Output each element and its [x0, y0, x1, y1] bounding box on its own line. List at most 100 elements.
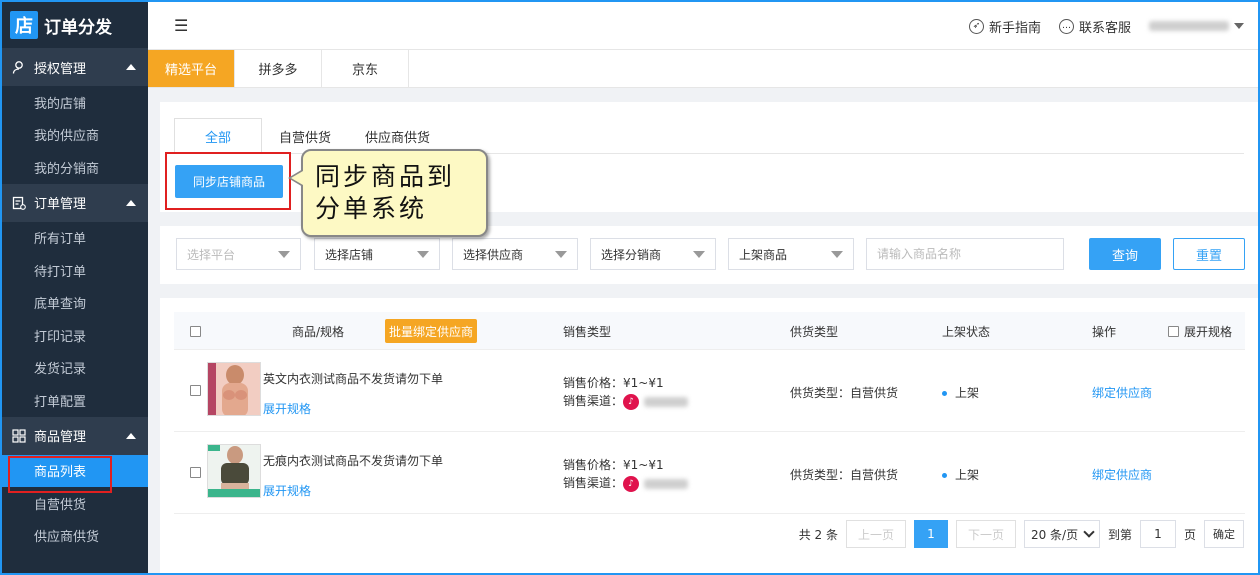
user-name-blurred	[1149, 21, 1229, 31]
price-label: 销售价格：	[563, 376, 624, 390]
checkbox[interactable]	[190, 385, 201, 396]
expand-spec-link[interactable]: 展开规格	[263, 400, 311, 417]
logo: 店 订单分发	[2, 2, 148, 48]
sidebar-item-print-log[interactable]: 打印记录	[2, 319, 148, 352]
guide-label: 新手指南	[988, 20, 1041, 36]
checkbox[interactable]	[1168, 325, 1179, 337]
checkbox[interactable]	[190, 325, 201, 337]
supply-type: 供货类型：自营供货	[790, 386, 899, 400]
chevron-down-icon	[1083, 526, 1095, 538]
tab-pinduoduo[interactable]: 拼多多	[235, 50, 322, 87]
product-name: 无痕内衣测试商品不发货请勿下单	[263, 454, 444, 468]
goto-confirm-button[interactable]: 确定	[1204, 520, 1244, 548]
row-checkbox[interactable]	[190, 385, 201, 399]
sidebar-item-self-supply[interactable]: 自营供货	[2, 487, 148, 520]
product-image-bra	[208, 445, 260, 497]
sidebar-item-my-suppliers[interactable]: 我的供应商	[2, 119, 148, 152]
chevron-up-icon	[126, 432, 136, 439]
prev-page-button[interactable]: 上一页	[845, 520, 906, 548]
sidebar-group-label: 订单管理	[34, 197, 87, 212]
support-link[interactable]: … 联系客服	[1058, 17, 1131, 36]
distributor-select-value: 选择分销商	[601, 247, 662, 262]
sales-channel: 销售渠道： ♪	[563, 474, 689, 492]
page-1-button[interactable]: 1	[913, 520, 948, 548]
bind-supplier-link[interactable]: 绑定供应商	[1092, 384, 1152, 401]
callout-tail-fill	[291, 171, 303, 185]
callout-line-1: 同步商品到	[315, 162, 456, 191]
douyin-icon: ♪	[623, 475, 640, 492]
shop-select[interactable]: 选择店铺	[314, 238, 440, 270]
logo-badge: 店	[10, 11, 38, 39]
sidebar-group-products[interactable]: 商品管理	[2, 416, 148, 455]
page-size-select[interactable]: 20 条/页	[1023, 520, 1100, 548]
guide-link[interactable]: ➶ 新手指南	[968, 17, 1041, 36]
listing-status-value: 上架商品	[739, 247, 788, 262]
grid-icon	[12, 428, 26, 443]
pagination: 共 2 条 上一页 1 下一页 20 条/页 到第 1 页 确定	[799, 520, 1244, 548]
tab-all[interactable]: 全部	[174, 118, 263, 154]
app-title: 订单分发	[44, 17, 112, 38]
sidebar-item-my-shops[interactable]: 我的店铺	[2, 86, 148, 119]
price-label: 销售价格：	[563, 458, 624, 472]
status-dot	[942, 391, 947, 396]
bind-supplier-link[interactable]: 绑定供应商	[1092, 466, 1152, 483]
product-name: 英文内衣测试商品不发货请勿下单	[263, 372, 444, 386]
platform-select-value: 选择平台	[187, 247, 236, 262]
sidebar-item-product-list[interactable]: 商品列表	[2, 454, 148, 492]
sidebar-item-supplier-supply[interactable]: 供应商供货	[2, 520, 148, 553]
chat-icon: …	[1058, 18, 1074, 34]
chevron-down-icon	[693, 251, 705, 258]
batch-bind-supplier-button[interactable]: 批量绑定供应商	[385, 319, 477, 343]
product-name-input[interactable]	[866, 238, 1064, 270]
status-dot	[942, 473, 947, 478]
channel-name-blurred	[644, 396, 689, 407]
checkbox[interactable]	[190, 467, 201, 478]
platform-select[interactable]: 选择平台	[176, 238, 301, 270]
tab-jd[interactable]: 京东	[322, 50, 409, 87]
query-button[interactable]: 查询	[1089, 238, 1161, 270]
select-all-checkbox[interactable]	[190, 312, 201, 350]
annotation-callout: 同步商品到 分单系统	[301, 149, 488, 237]
sales-price: 销售价格：¥1~¥1	[563, 456, 664, 473]
reset-button[interactable]: 重置	[1173, 238, 1245, 270]
goto-page-input[interactable]: 1	[1139, 520, 1176, 548]
product-thumbnail[interactable]	[207, 444, 261, 498]
sidebar-group-auth[interactable]: 授权管理	[2, 48, 148, 86]
tab-featured-platform[interactable]: 精选平台	[148, 50, 235, 87]
sidebar-item-all-orders[interactable]: 所有订单	[2, 222, 148, 255]
user-icon	[12, 61, 23, 74]
status-badge: 上架	[942, 384, 979, 401]
sidebar-item-waybill-query[interactable]: 底单查询	[2, 287, 148, 320]
table-header: 商品/规格 批量绑定供应商 销售类型 供货类型 上架状态 操作 展开规格	[174, 312, 1245, 350]
sidebar-item-print-config[interactable]: 打单配置	[2, 384, 148, 417]
sidebar-item-shipping-log[interactable]: 发货记录	[2, 352, 148, 385]
channel-label: 销售渠道：	[563, 476, 624, 490]
sidebar-group-orders[interactable]: 订单管理	[2, 183, 148, 222]
table-row: 无痕内衣测试商品不发货请勿下单 展开规格 销售价格：¥1~¥1 销售渠道： ♪ 供…	[174, 432, 1245, 514]
product-thumbnail[interactable]	[207, 362, 261, 416]
listing-status-select[interactable]: 上架商品	[728, 238, 854, 270]
sidebar-item-pending-orders[interactable]: 待打订单	[2, 254, 148, 287]
chevron-down-icon	[278, 251, 290, 258]
supplier-select[interactable]: 选择供应商	[452, 238, 578, 270]
menu-toggle-icon[interactable]: ☰	[174, 16, 188, 35]
douyin-icon: ♪	[623, 393, 640, 410]
supplier-select-value: 选择供应商	[463, 247, 524, 262]
supply-panel: 全部 自营供货 供应商供货 同步店铺商品 同步商品到 分单系统	[160, 102, 1258, 237]
expand-spec-link[interactable]: 展开规格	[263, 482, 311, 499]
sync-shop-products-button[interactable]: 同步店铺商品	[175, 165, 283, 198]
product-image-lingerie	[208, 363, 260, 415]
user-menu[interactable]	[1149, 21, 1244, 31]
expand-all-toggle[interactable]: 展开规格	[1168, 312, 1232, 350]
platform-tabs: 精选平台 拼多多 京东	[148, 50, 1258, 88]
sales-price: 销售价格：¥1~¥1	[563, 374, 664, 391]
next-page-button[interactable]: 下一页	[955, 520, 1016, 548]
col-product: 商品/规格	[292, 324, 345, 339]
price-value: ¥1~¥1	[623, 376, 664, 390]
row-checkbox[interactable]	[190, 467, 201, 481]
status-badge: 上架	[942, 466, 979, 483]
sidebar-item-my-distributors[interactable]: 我的分销商	[2, 151, 148, 184]
col-sales-type: 销售类型	[563, 324, 612, 339]
expand-all-label: 展开规格	[1184, 324, 1233, 339]
distributor-select[interactable]: 选择分销商	[590, 238, 716, 270]
